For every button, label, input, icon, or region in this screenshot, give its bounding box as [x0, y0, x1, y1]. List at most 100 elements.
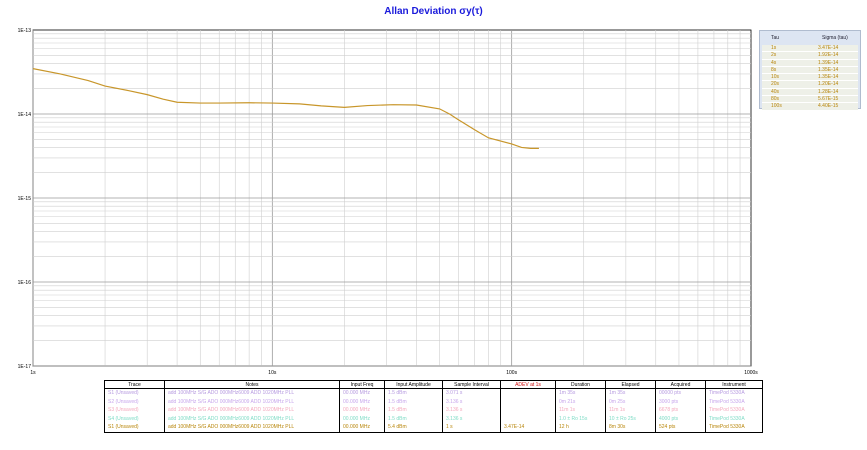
trace-cell: 3000 pts [655, 397, 706, 407]
trace-row[interactable]: S3 (Unsaved) add 100MHz S/G ADO 000MHz600… [104, 406, 763, 415]
trace-cell: 0m 25s [605, 397, 656, 407]
sigma-value: 1.92E-14 [818, 52, 839, 59]
tau-row: 4s 1.39E-14 [762, 59, 858, 67]
trace-cell [500, 388, 556, 398]
tau-row: 8s 1.35E-14 [762, 66, 858, 75]
trace-cell: 3.136 s [442, 414, 501, 424]
trace-cell: 10 ± Ro 25s [605, 414, 656, 424]
x-tick-label: 10s [268, 370, 277, 376]
y-tick-label: 1E-14 [18, 112, 32, 118]
y-tick-label: 1E-13 [18, 28, 32, 34]
trace-cell: 1m 35s [605, 388, 656, 398]
trace-cell: TimePod 5330A [705, 414, 763, 424]
tau-header: Tau [771, 35, 780, 41]
sigma-value: 5.67E-15 [818, 96, 839, 103]
trace-cell: S1 (Unsaved) [104, 423, 165, 433]
trace-row[interactable]: S1 (Unsaved) add 100MHz S/G ADO 000MHz600… [104, 423, 763, 433]
trace-cell: S4 (Unsaved) [104, 414, 165, 424]
trace-table: Trace Notes Input Freq Input Amplitude Sampl… [104, 380, 763, 433]
trace-column-header: Sample Interval [442, 380, 501, 389]
tau-value: 40s [771, 88, 780, 95]
trace-row[interactable]: S4 (Unsaved) add 100MHz S/G ADO 000MHz600… [104, 414, 763, 424]
tau-row: 80s 5.67E-15 [762, 96, 858, 104]
trace-row[interactable]: S1 (Unsaved) add 100MHz S/G ADO 000MHz600… [104, 388, 763, 398]
sigma-value: 3.47E-14 [818, 45, 839, 51]
y-tick-label: 1E-16 [18, 280, 32, 286]
trace-cell: 1.5 dBm [384, 397, 443, 407]
tau-table-rows: 1s 3.47E-14 2s 1.92E-14 4s 1.39E-14 8s 1.35E-14… [760, 45, 860, 111]
trace-cell: 0m 21s [555, 397, 606, 407]
trace-cell: S3 (Unsaved) [104, 406, 165, 415]
tau-value: 2s [771, 52, 777, 59]
trace-cell: TimePod 5330A [705, 397, 763, 407]
trace-cell: 12 h [555, 423, 606, 433]
trace-cell: add 100MHz S/G ADO 000MHz6009 ADD 1020MH… [164, 423, 340, 433]
trace-column-header: Instrument [705, 380, 763, 389]
tau-sigma-table: Tau Sigma (tau) 1s 3.47E-14 2s 1.92E-14 4s 1.… [759, 30, 861, 111]
trace-cell: TimePod 5330A [705, 406, 763, 415]
trace-cell: TimePod 5330A [705, 388, 763, 398]
trace-row[interactable]: S2 (Unsaved) add 100MHz S/G ADO 000MHz600… [104, 397, 763, 407]
trace-cell: 11m 1s [555, 406, 606, 415]
trace-cell: 1.5 dBm [384, 406, 443, 415]
trace-cell: add 100MHz S/G ADO 000MHz6009 ADD 1020MH… [164, 406, 340, 415]
trace-cell: 00.000 MHz [339, 414, 385, 424]
sigma-value: 1.39E-14 [818, 59, 839, 66]
tau-value: 1s [771, 45, 777, 51]
trace-column-header: Trace [104, 380, 165, 389]
x-tick-label: 1000s [744, 370, 758, 376]
tau-value: 4s [771, 59, 777, 66]
tau-row: 2s 1.92E-14 [762, 52, 858, 60]
trace-column-header: Acquired [655, 380, 706, 389]
trace-cell: 4000 pts [655, 414, 706, 424]
sigma-value: 1.20E-14 [818, 81, 839, 88]
adev-plot: 1s 10s 100s 1000s 1E-13 1E-14 1E-15 1E-16 1E-17 [18, 28, 759, 376]
trace-cell: 6678 pts [655, 406, 706, 415]
trace-cell: 524 pts [655, 423, 706, 433]
tau-value: 10s [771, 74, 780, 81]
tau-value: 20s [771, 81, 780, 88]
trace-cell: 1.5 dBm [384, 388, 443, 398]
tau-value: 80s [771, 96, 780, 103]
trace-cell: 8m 30s [605, 423, 656, 433]
trace-cell: 3.071 s [442, 388, 501, 398]
sigma-header: Sigma (tau) [822, 35, 848, 41]
trace-cell: add 100MHz S/G ADO 000MHz6009 ADD 1020MH… [164, 397, 340, 407]
trace-column-header: Input Freq [339, 380, 385, 389]
tau-row: 100s 4.40E-15 [762, 103, 858, 111]
tau-value: 8s [771, 66, 777, 73]
trace-cell: 1m 35s [555, 388, 606, 398]
trace-cell: 11m 1s [605, 406, 656, 415]
trace-column-header: Elapsed [605, 380, 656, 389]
sigma-value: 4.40E-15 [818, 103, 839, 110]
x-tick-label: 100s [506, 370, 517, 376]
trace-cell: 00.000 MHz [339, 406, 385, 415]
trace-cell: 00.000 MHz [339, 397, 385, 407]
trace-column-header: Duration [555, 380, 606, 389]
trace-cell [500, 414, 556, 424]
trace-cell [500, 397, 556, 407]
y-tick-label: 1E-17 [18, 364, 32, 370]
tau-table-header: Tau Sigma (tau) [760, 31, 860, 45]
trace-cell: 1.0 ± Ro 15s [555, 414, 606, 424]
trace-cell: S2 (Unsaved) [104, 397, 165, 407]
trace-cell: 3.136 s [442, 406, 501, 415]
trace-table-header: Trace Notes Input Freq Input Amplitude Sampl… [104, 380, 763, 389]
trace-cell: TimePod 5330A [705, 423, 763, 433]
trace-column-header: ADEV at 1s [500, 380, 556, 389]
trace-cell: 5.4 dBm [384, 423, 443, 433]
trace-cell [500, 406, 556, 415]
trace-cell: add 100MHz S/G ADO 000MHz6009 ADD 1020MH… [164, 388, 340, 398]
trace-cell: add 100MHz S/G ADO 000MHz6009 ADD 1020MH… [164, 414, 340, 424]
trace-table-body: S1 (Unsaved) add 100MHz S/G ADO 000MHz600… [104, 388, 763, 433]
trace-cell: 1 s [442, 423, 501, 433]
x-tick-label: 1s [30, 370, 36, 376]
trace-cell: 00.000 MHz [339, 388, 385, 398]
tau-row: 1s 3.47E-14 [762, 45, 858, 53]
trace-column-header: Notes [164, 380, 340, 389]
tau-value: 100s [771, 103, 782, 110]
tau-row: 20s 1.20E-14 [762, 81, 858, 89]
trace-cell: 3.136 s [442, 397, 501, 407]
tau-row: 10s 1.35E-14 [762, 74, 858, 82]
trace-cell: 3.47E-14 [500, 423, 556, 433]
